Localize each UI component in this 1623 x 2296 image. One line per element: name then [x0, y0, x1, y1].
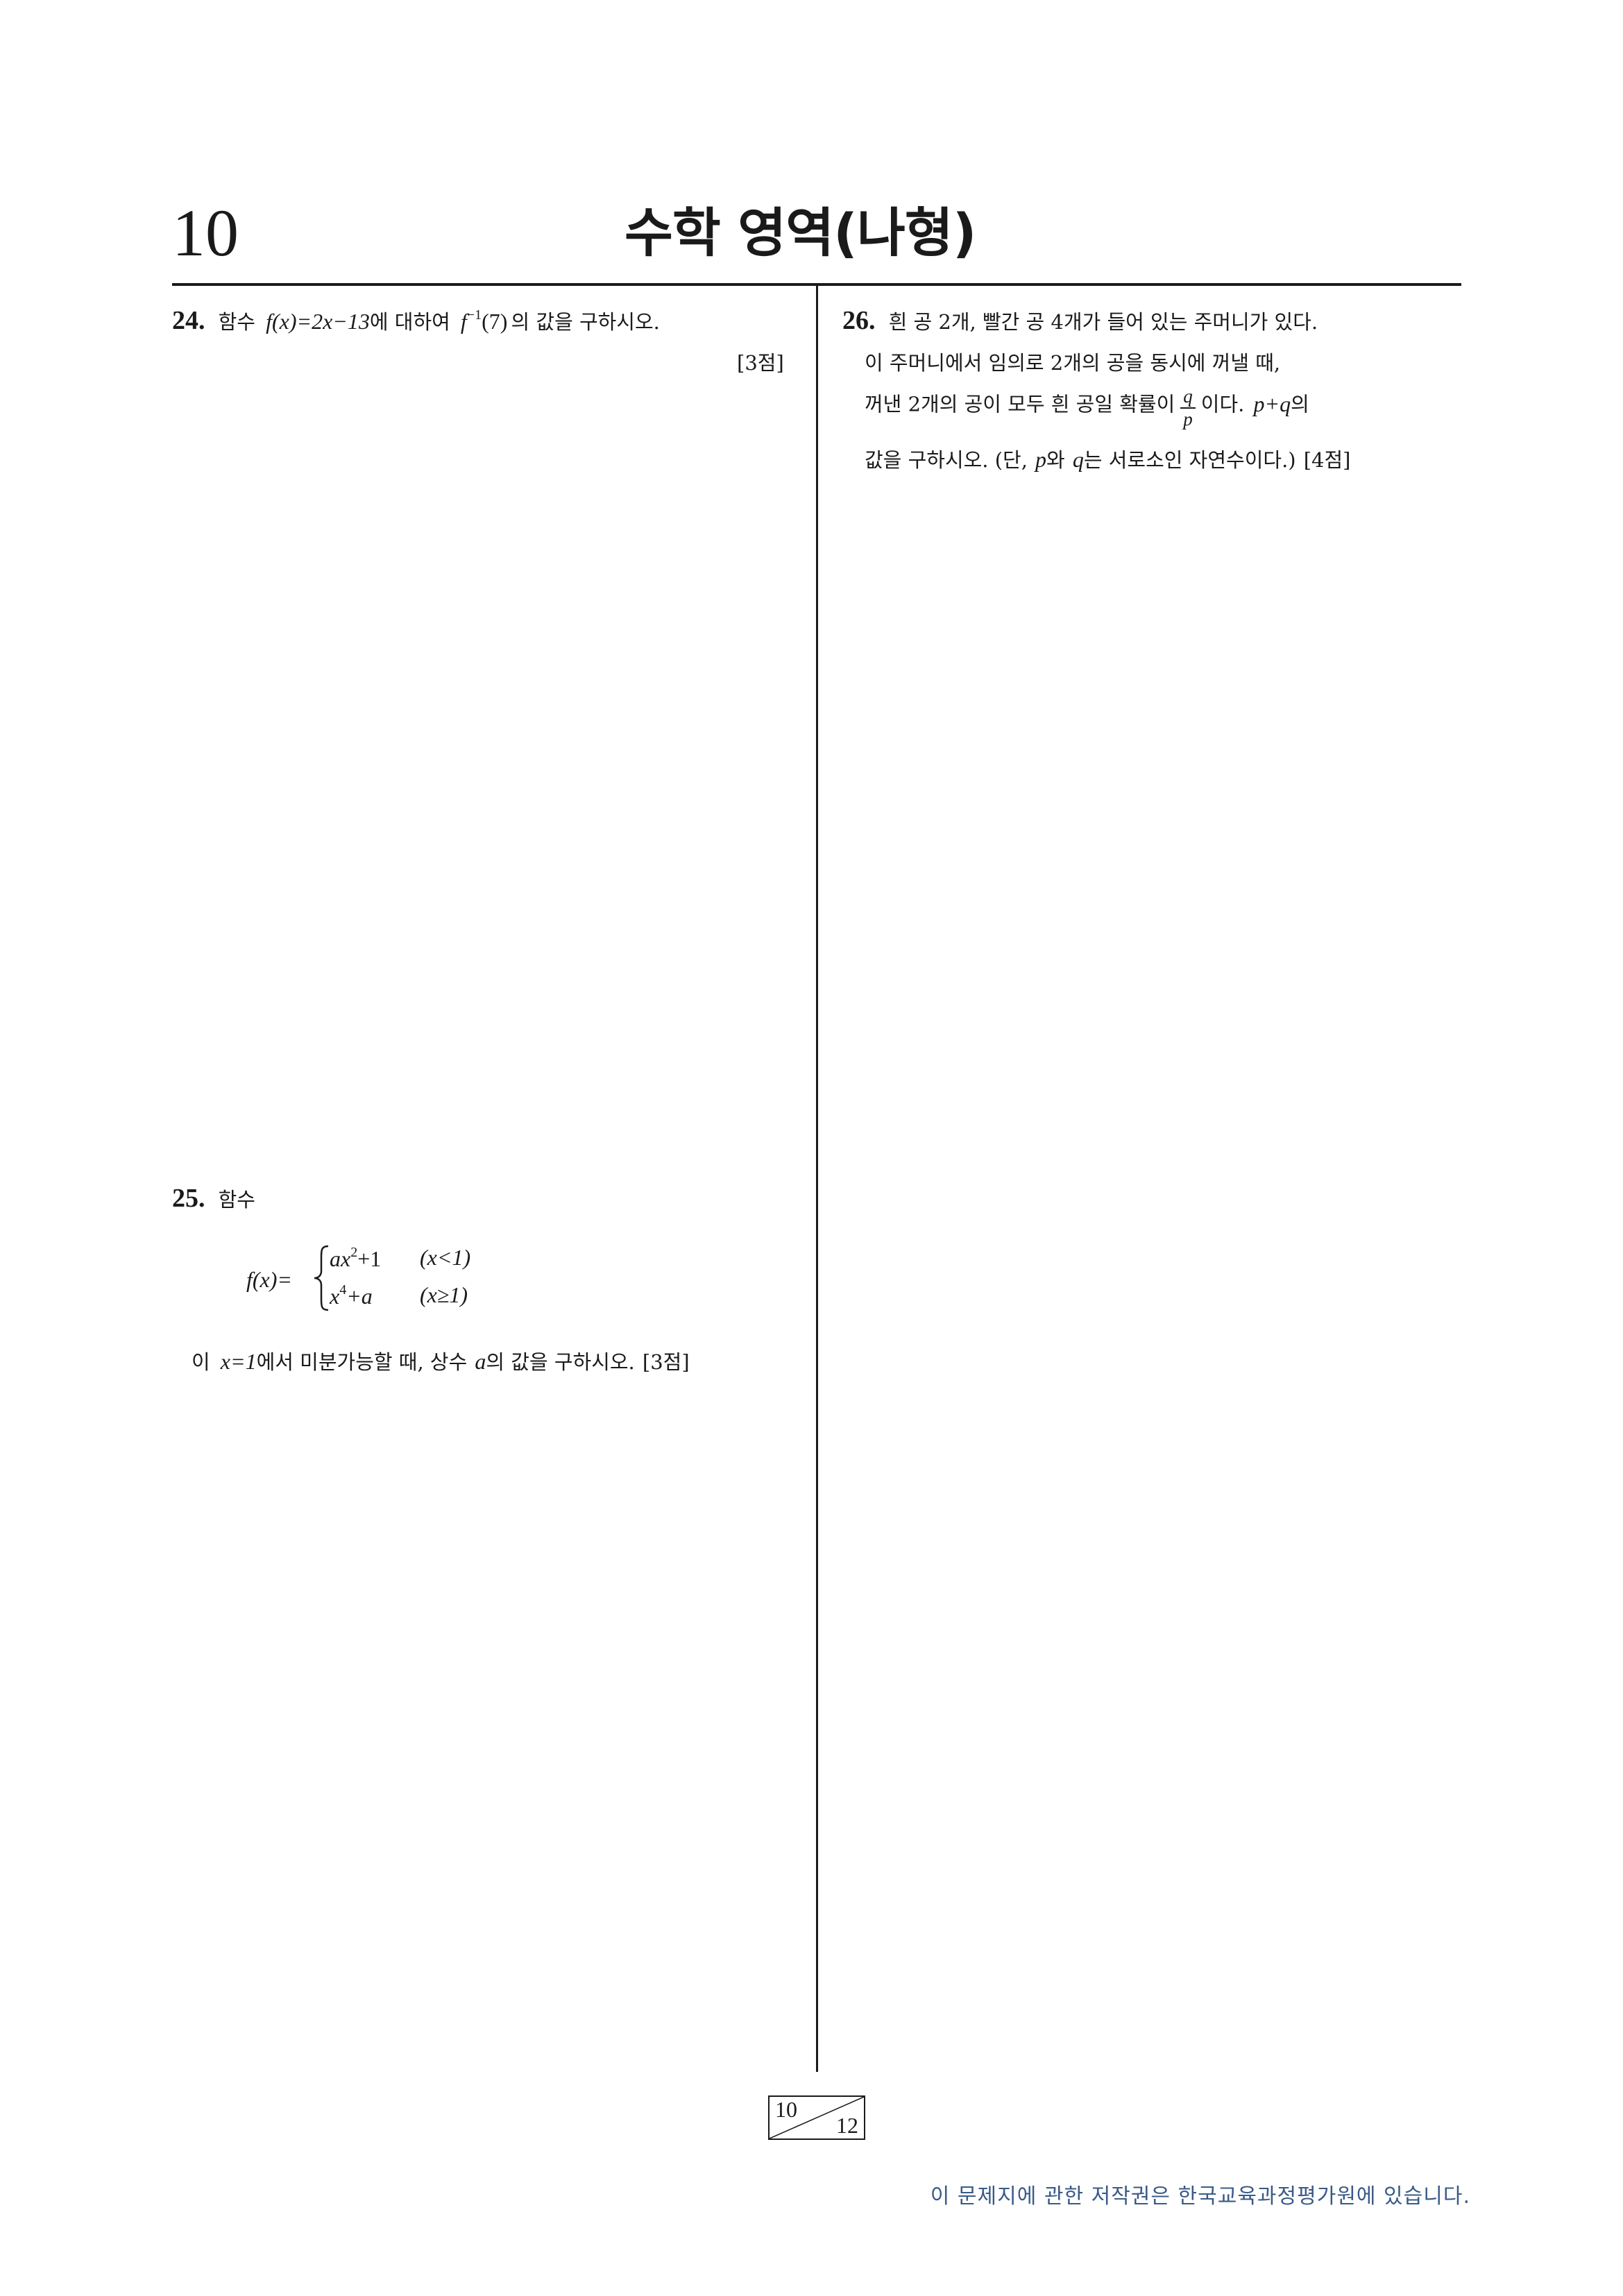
question-25-pre: 함수 — [218, 1188, 255, 1211]
question-25-line-2-var: a — [475, 1349, 486, 1374]
question-24-line-1: 24. 함수 f(x)=2x−13에 대하여 f−1(7) 의 값을 구하시오. — [172, 305, 660, 336]
case-2-condition: (x≥1) — [420, 1282, 468, 1307]
case-1-term-b: +1 — [357, 1246, 382, 1271]
current-page: 10 — [775, 2097, 797, 2122]
question-25-line-2-pre: 이 — [192, 1350, 210, 1374]
exam-title: 수학 영역(나형) — [624, 202, 976, 264]
piecewise-case-1-cond: (x<1) — [420, 1245, 470, 1270]
copyright-notice: 이 문제지에 관한 저작권은 한국교육과정평가원에 있습니다. — [930, 2184, 1470, 2209]
question-24-post: 의 값을 구하시오. — [511, 310, 660, 334]
question-26-line-4: 값을 구하시오. (단, p와 q는 서로소인 자연수이다.) [4점] — [865, 444, 1350, 473]
question-24-inverse-sup: −1 — [466, 307, 482, 323]
question-25-points: [3점] — [642, 1350, 690, 1374]
question-26-line-3-pre: 꺼낸 2개의 공이 모두 흰 공일 확률이 — [865, 392, 1175, 416]
case-2-exponent: 4 — [339, 1282, 347, 1298]
question-26-number: 26. — [842, 306, 876, 335]
question-26-line-3-end: 의 — [1291, 392, 1309, 416]
question-26-var-q: q — [1072, 447, 1084, 472]
question-26-line-2: 이 주머니에서 임의로 2개의 공을 동시에 꺼낼 때, — [865, 351, 1281, 375]
question-25-number: 25. — [172, 1184, 205, 1213]
column-divider — [816, 286, 818, 2072]
question-26-points: [4점] — [1303, 448, 1351, 472]
piecewise-case-1-expr: ax2+1 — [330, 1245, 381, 1272]
question-26-line-4-pre: 값을 구하시오. (단, — [865, 448, 1028, 472]
question-24-number: 24. — [172, 306, 205, 335]
question-24-pre: 함수 — [218, 310, 255, 334]
fraction-denominator: p — [1183, 409, 1193, 430]
total-pages: 12 — [836, 2113, 858, 2138]
case-1-term-a: ax — [330, 1246, 351, 1271]
question-26-line-1: 26. 흰 공 2개, 빨간 공 4개가 들어 있는 주머니가 있다. — [842, 305, 1318, 336]
question-25-line-2-post: 의 값을 구하시오. — [486, 1350, 635, 1374]
piecewise-lhs: f(x)= — [246, 1267, 292, 1293]
piecewise-function: f(x)= ax2+1 (x<1) x4+a (x≥1) — [246, 1243, 538, 1313]
question-25-line-2-math: x=1 — [220, 1349, 257, 1374]
question-24-points: [3점] — [737, 351, 784, 375]
question-24-inverse-base: f — [460, 309, 467, 334]
question-24-inverse-arg: (7) — [482, 309, 508, 334]
question-24-mid: 에 대하여 — [369, 310, 450, 334]
probability-fraction: qp — [1180, 386, 1196, 430]
left-brace-icon — [314, 1245, 329, 1311]
question-26-line-4-post: 는 서로소인 자연수이다.) — [1083, 448, 1296, 472]
question-26-line-3-post: 이다. — [1200, 392, 1245, 416]
page-number: 10 — [172, 196, 239, 270]
question-26-line-3: 꺼낸 2개의 공이 모두 흰 공일 확률이 q p 이다. p+q의 — [865, 386, 1309, 430]
question-24-function: f(x)=2x−13 — [266, 309, 370, 334]
page-indicator: 10 12 — [768, 2095, 865, 2140]
case-1-condition: (x<1) — [420, 1245, 471, 1270]
question-25-line-2: 이 x=1에서 미분가능할 때, 상수 a의 값을 구하시오. [3점] — [192, 1346, 690, 1375]
question-26-line-1-text: 흰 공 2개, 빨간 공 4개가 들어 있는 주머니가 있다. — [888, 310, 1318, 334]
fraction-numerator: q — [1180, 386, 1196, 409]
piecewise-case-2-expr: x4+a — [330, 1282, 373, 1309]
question-26-line-3-math: p+q — [1253, 391, 1291, 416]
question-26-var-p: p — [1035, 447, 1047, 472]
case-1-exponent: 2 — [350, 1245, 358, 1260]
case-2-term-b: +a — [346, 1284, 373, 1309]
case-2-term-a: x — [330, 1284, 340, 1309]
question-25-line-2-mid: 에서 미분가능할 때, 상수 — [256, 1350, 468, 1374]
question-25-line-1: 25. 함수 — [172, 1183, 255, 1214]
piecewise-case-2-cond: (x≥1) — [420, 1282, 468, 1308]
question-26-line-4-mid: 와 — [1046, 448, 1065, 472]
piecewise-lhs-text: f(x)= — [246, 1267, 292, 1292]
